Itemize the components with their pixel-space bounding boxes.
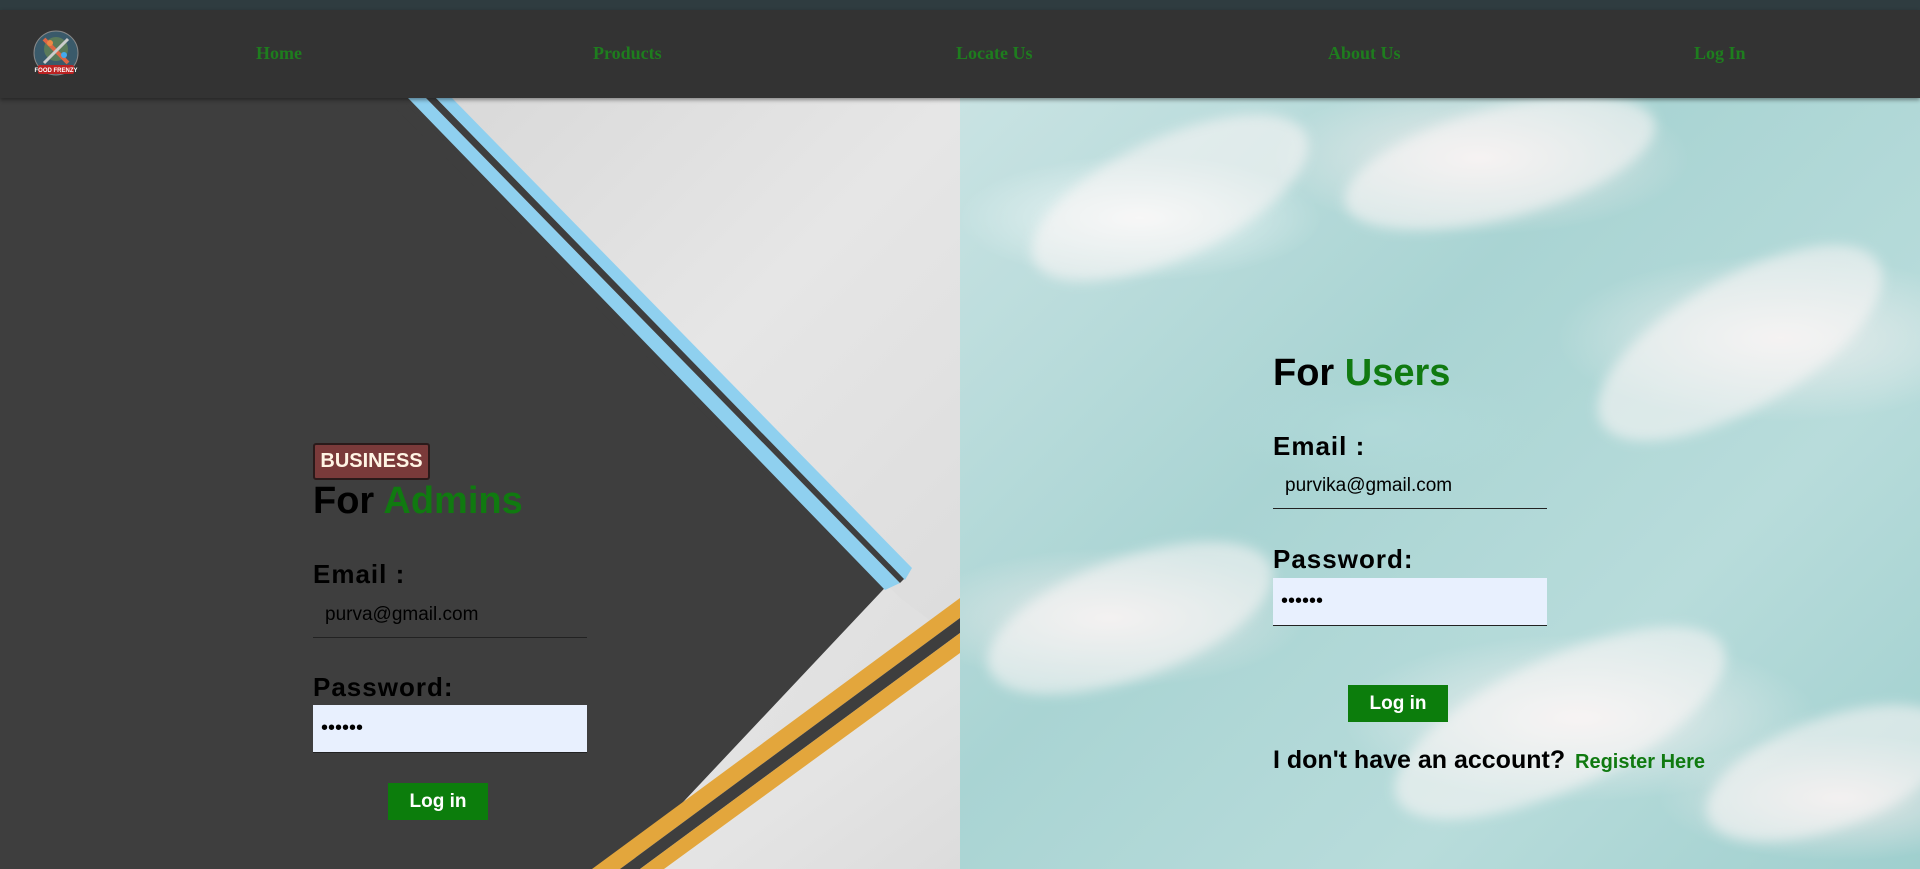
feather-decoration [1369,588,1751,858]
feather-decoration [1568,206,1912,480]
admin-password-label: Password: [313,672,454,702]
nav-log-in[interactable]: Log In [1694,43,1746,64]
admin-heading-prefix: For [313,480,375,522]
feather-decoration [1331,98,1669,258]
svg-text:FOOD FRENZY: FOOD FRENZY [35,68,78,74]
navbar: FOOD FRENZY Home Products Locate Us Abou… [0,10,1920,98]
user-heading-accent: Users [1344,352,1451,394]
top-strip [0,0,1920,10]
admin-password-input[interactable] [313,705,587,753]
user-email-label: Email : [1273,431,1366,461]
nav-home[interactable]: Home [256,43,302,64]
nav-products[interactable]: Products [593,43,662,64]
feather-decoration [968,510,1292,726]
user-heading: For Users [1273,352,1450,395]
register-link[interactable]: Register Here [1575,751,1705,774]
feather-decoration [1008,98,1332,316]
user-email-input[interactable] [1273,463,1547,509]
feather-decoration [1689,676,1920,869]
user-heading-prefix: For [1273,352,1335,394]
user-password-input[interactable] [1273,578,1547,626]
business-badge: BUSINESS [313,443,430,480]
user-login-button[interactable]: Log in [1348,685,1448,722]
register-prompt: I don't have an account? [1273,746,1566,774]
nav-about-us[interactable]: About Us [1328,43,1401,64]
admin-login-panel: BUSINESS For Admins Email : Password: Lo… [0,98,960,869]
admin-email-input[interactable] [313,592,587,638]
admin-heading: For Admins [313,480,523,523]
admin-login-button[interactable]: Log in [388,783,488,820]
user-password-label: Password: [1273,544,1414,574]
nav-locate-us[interactable]: Locate Us [956,43,1032,64]
admin-heading-accent: Admins [383,480,523,522]
admin-email-label: Email : [313,559,406,589]
user-login-panel: For Users Email : Password: Log in I don… [960,98,1920,869]
food-frenzy-logo[interactable]: FOOD FRENZY [30,27,82,79]
